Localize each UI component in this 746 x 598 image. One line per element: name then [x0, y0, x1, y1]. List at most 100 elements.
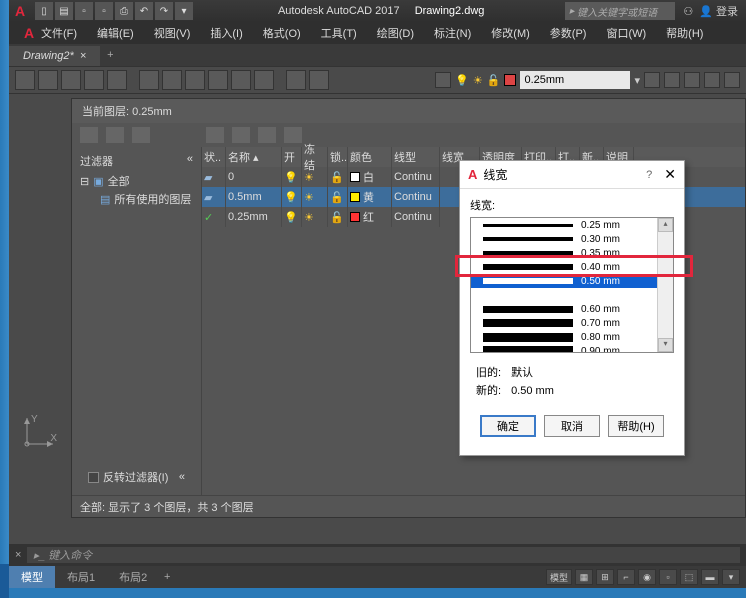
qat-saveas-icon[interactable]: ▫: [95, 2, 113, 20]
lp-tool-icon[interactable]: [80, 127, 98, 143]
menu-format[interactable]: 格式(O): [253, 25, 311, 41]
dialog-titlebar[interactable]: A 线宽 ? ✕: [460, 161, 684, 189]
tree-node-used[interactable]: ▤所有使用的图层: [80, 191, 193, 209]
scrollbar[interactable]: ▴ ▾: [657, 218, 673, 352]
sb-more-icon[interactable]: ▾: [722, 569, 740, 585]
lp-tool-icon[interactable]: [258, 127, 276, 143]
help-icon[interactable]: ?: [646, 169, 652, 181]
tab-layout2[interactable]: 布局2: [107, 566, 159, 588]
collapse-icon[interactable]: «: [187, 153, 193, 169]
qat-undo-icon[interactable]: ↶: [135, 2, 153, 20]
sb-snap-icon[interactable]: ⊞: [596, 569, 614, 585]
tool-icon[interactable]: [724, 72, 740, 88]
tree-node-all[interactable]: ⊟▣全部: [80, 173, 193, 191]
col-freeze[interactable]: 冻结: [302, 147, 328, 167]
tool-icon[interactable]: [231, 70, 251, 90]
add-tab-button[interactable]: +: [100, 49, 120, 61]
lp-tool-icon[interactable]: [232, 127, 250, 143]
qat-redo-icon[interactable]: ↷: [155, 2, 173, 20]
lineweight-option[interactable]: 0.50 mm: [471, 274, 673, 288]
col-on[interactable]: 开: [282, 147, 302, 167]
lineweight-option[interactable]: 0.35 mm: [471, 246, 673, 260]
dropdown-chevron-icon[interactable]: ▾: [634, 74, 640, 87]
menu-param[interactable]: 参数(P): [540, 25, 597, 41]
menu-dimension[interactable]: 标注(N): [424, 25, 481, 41]
signin-button[interactable]: 👤 登录: [699, 3, 738, 19]
sb-grid-icon[interactable]: ▦: [575, 569, 593, 585]
lineweight-option[interactable]: 0.60 mm: [471, 302, 673, 316]
app-menu-button[interactable]: A: [18, 22, 40, 44]
qat-new-icon[interactable]: ▯: [35, 2, 53, 20]
lp-tool-icon[interactable]: [106, 127, 124, 143]
cancel-button[interactable]: 取消: [544, 415, 600, 437]
lp-tool-icon[interactable]: [284, 127, 302, 143]
col-status[interactable]: 状..: [202, 147, 226, 167]
close-icon[interactable]: ✕: [664, 166, 676, 183]
col-color[interactable]: 颜色: [348, 147, 392, 167]
cmd-expand-icon[interactable]: ×: [15, 549, 21, 561]
help-search-input[interactable]: ▸ 键入关键字或短语: [565, 2, 675, 20]
lp-tool-icon[interactable]: [206, 127, 224, 143]
tool-icon[interactable]: [664, 72, 680, 88]
scroll-down-icon[interactable]: ▾: [658, 338, 673, 352]
qat-save-icon[interactable]: ▫: [75, 2, 93, 20]
infocenter-icon[interactable]: ⚇: [683, 5, 693, 18]
add-layout-button[interactable]: +: [159, 571, 175, 583]
document-tab[interactable]: Drawing2* ×: [9, 46, 100, 66]
lineweight-option[interactable]: 0.30 mm: [471, 232, 673, 246]
menu-view[interactable]: 视图(V): [144, 25, 201, 41]
col-lock[interactable]: 锁..: [328, 147, 348, 167]
tool-icon[interactable]: [185, 70, 205, 90]
lineweight-option[interactable]: 0.40 mm: [471, 260, 673, 274]
col-name[interactable]: 名称 ▴: [226, 147, 282, 167]
lineweight-option[interactable]: 0.90 mm: [471, 344, 673, 353]
layer-dropdown[interactable]: 0.25mm: [520, 71, 630, 89]
tool-icon[interactable]: [15, 70, 35, 90]
sb-lw-icon[interactable]: ▬: [701, 569, 719, 585]
help-button[interactable]: 帮助(H): [608, 415, 664, 437]
command-input[interactable]: ▸_ 键入命令: [27, 547, 740, 563]
lineweight-option[interactable]: 0.80 mm: [471, 330, 673, 344]
tool-icon[interactable]: [139, 70, 159, 90]
lineweight-list[interactable]: 0.25 mm0.30 mm0.35 mm0.40 mm0.50 mm 0.60 …: [470, 217, 674, 353]
tool-icon[interactable]: [286, 70, 306, 90]
lineweight-option[interactable]: [471, 288, 673, 302]
sb-model[interactable]: 模型: [546, 569, 572, 585]
menu-window[interactable]: 窗口(W): [596, 25, 656, 41]
menu-draw[interactable]: 绘图(D): [367, 25, 424, 41]
menu-edit[interactable]: 编辑(E): [87, 25, 144, 41]
sb-ortho-icon[interactable]: ⌐: [617, 569, 635, 585]
tab-model[interactable]: 模型: [9, 566, 55, 588]
tool-icon[interactable]: [704, 72, 720, 88]
tool-icon[interactable]: [208, 70, 228, 90]
sb-osnap-icon[interactable]: ▫: [659, 569, 677, 585]
lp-tool-icon[interactable]: [132, 127, 150, 143]
qat-open-icon[interactable]: ▤: [55, 2, 73, 20]
tool-icon[interactable]: [61, 70, 81, 90]
lineweight-option[interactable]: 0.25 mm: [471, 218, 673, 232]
menu-tools[interactable]: 工具(T): [311, 25, 367, 41]
tool-icon[interactable]: [684, 72, 700, 88]
invert-filter-checkbox[interactable]: 反转过滤器(I)«: [80, 465, 193, 489]
sb-3d-icon[interactable]: ⬚: [680, 569, 698, 585]
tool-icon[interactable]: [254, 70, 274, 90]
menu-help[interactable]: 帮助(H): [656, 25, 713, 41]
lineweight-option[interactable]: 0.70 mm: [471, 316, 673, 330]
tool-icon[interactable]: [309, 70, 329, 90]
tool-icon[interactable]: [162, 70, 182, 90]
tool-icon[interactable]: [107, 70, 127, 90]
col-ltype[interactable]: 线型: [392, 147, 440, 167]
ok-button[interactable]: 确定: [480, 415, 536, 437]
tool-icon[interactable]: [644, 72, 660, 88]
tab-layout1[interactable]: 布局1: [55, 566, 107, 588]
qat-plot-icon[interactable]: ⎙: [115, 2, 133, 20]
scroll-up-icon[interactable]: ▴: [658, 218, 673, 232]
layer-icon[interactable]: [435, 72, 451, 88]
menu-modify[interactable]: 修改(M): [481, 25, 540, 41]
tool-icon[interactable]: [84, 70, 104, 90]
close-tab-icon[interactable]: ×: [80, 50, 86, 62]
tool-icon[interactable]: [38, 70, 58, 90]
sb-polar-icon[interactable]: ◉: [638, 569, 656, 585]
qat-more-icon[interactable]: ▾: [175, 2, 193, 20]
menu-insert[interactable]: 插入(I): [200, 25, 252, 41]
